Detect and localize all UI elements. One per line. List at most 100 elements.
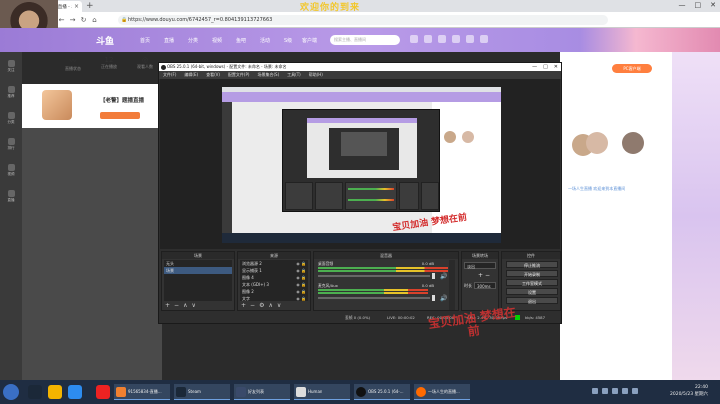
obs-minimize-button[interactable]: — bbox=[532, 63, 537, 71]
volume-slider[interactable] bbox=[318, 297, 430, 299]
volume-slider[interactable] bbox=[318, 275, 430, 277]
pc-download-button[interactable]: PC客户端 bbox=[612, 64, 652, 73]
down-icon[interactable]: ∨ bbox=[277, 302, 281, 309]
taskbar-app[interactable]: 好友列表 bbox=[234, 384, 290, 400]
network-icon[interactable] bbox=[622, 388, 628, 394]
menu-edit[interactable]: 编辑(E) bbox=[184, 72, 198, 78]
chrome-icon[interactable] bbox=[48, 385, 62, 399]
site-search-input[interactable]: 搜索主播、直播间 bbox=[330, 35, 400, 45]
volume-icon[interactable] bbox=[632, 388, 638, 394]
menu-tools[interactable]: 工具(T) bbox=[287, 72, 301, 78]
remove-icon[interactable]: − bbox=[174, 302, 179, 309]
new-tab-button[interactable]: + bbox=[86, 1, 94, 11]
user-avatar-icon[interactable] bbox=[480, 35, 488, 43]
download-icon[interactable] bbox=[452, 35, 460, 43]
gear-icon[interactable]: ⚙ bbox=[259, 302, 264, 309]
obs-preview-canvas[interactable]: 宝贝加油 梦想在前 bbox=[222, 87, 501, 243]
menu-view[interactable]: 查看(V) bbox=[206, 72, 220, 78]
duration-input[interactable]: 300ms bbox=[474, 282, 496, 289]
tab-close-icon[interactable]: × bbox=[74, 3, 79, 10]
welcome-link[interactable]: 一场人生直播 欢迎来到本直播间 bbox=[568, 186, 625, 192]
exit-button[interactable]: 退出 bbox=[506, 297, 558, 304]
sidebar-item-video[interactable]: 视频 bbox=[0, 164, 22, 177]
douyu-logo[interactable]: 斗鱼 bbox=[96, 34, 114, 47]
nav-client[interactable]: 客户端 bbox=[302, 37, 317, 44]
eye-lock-icon[interactable]: ◉ 🔒 bbox=[296, 295, 306, 302]
message-icon[interactable] bbox=[438, 35, 446, 43]
menu-profile[interactable]: 配置文件(P) bbox=[228, 72, 250, 78]
volume-slider-handle[interactable] bbox=[432, 295, 435, 301]
menu-help[interactable]: 帮助(H) bbox=[309, 72, 323, 78]
windows-start-icon[interactable] bbox=[3, 384, 19, 400]
scene-item[interactable]: 无头 bbox=[164, 260, 232, 267]
rank-avatar[interactable] bbox=[586, 132, 608, 154]
source-item[interactable]: 图像 2 ◉ 🔒 bbox=[240, 288, 308, 295]
close-button[interactable]: ✕ bbox=[710, 1, 716, 9]
eye-lock-icon[interactable]: ◉ 🔒 bbox=[296, 260, 306, 267]
up-icon[interactable]: ∧ bbox=[268, 302, 272, 309]
follow-icon[interactable] bbox=[424, 35, 432, 43]
nav-video[interactable]: 视频 bbox=[212, 37, 222, 44]
forward-icon[interactable]: → bbox=[67, 16, 78, 24]
down-icon[interactable]: ∨ bbox=[191, 302, 195, 309]
menu-scene-collection[interactable]: 场景集合(S) bbox=[257, 72, 279, 78]
eye-lock-icon[interactable]: ◉ 🔒 bbox=[296, 288, 306, 295]
home-icon[interactable]: ⌂ bbox=[89, 16, 100, 24]
remove-icon[interactable]: − bbox=[485, 272, 490, 279]
minimize-button[interactable]: — bbox=[679, 1, 686, 9]
stop-streaming-button[interactable]: 停止推流 bbox=[506, 261, 558, 268]
source-item[interactable]: 文本 (GDI+) 3 ◉ 🔒 bbox=[240, 281, 308, 288]
sidebar-item-category[interactable]: 分类 bbox=[0, 112, 22, 125]
taskbar-app[interactable]: OBS 25.0.1 (64-... bbox=[354, 384, 410, 400]
source-item[interactable]: 浏览器源 2 ◉ 🔒 bbox=[240, 260, 308, 267]
task-icon[interactable] bbox=[466, 35, 474, 43]
volume-slider-handle[interactable] bbox=[432, 273, 435, 279]
taskbar-app[interactable]: 一场人生的直播... bbox=[414, 384, 470, 400]
taskbar-app[interactable]: Steam bbox=[174, 384, 230, 400]
tray-icon[interactable] bbox=[612, 388, 618, 394]
up-icon[interactable]: ∧ bbox=[183, 302, 187, 309]
add-icon[interactable]: + bbox=[241, 302, 246, 309]
eye-lock-icon[interactable]: ◉ 🔒 bbox=[296, 281, 306, 288]
source-item[interactable]: 文字 ◉ 🔒 bbox=[240, 295, 308, 302]
remove-icon[interactable]: − bbox=[250, 302, 255, 309]
sidebar-item-rank[interactable]: 排行 bbox=[0, 138, 22, 151]
sidebar-item-live[interactable]: 直播 bbox=[0, 190, 22, 203]
menu-file[interactable]: 文件(F) bbox=[163, 72, 176, 78]
nav-home[interactable]: 首页 bbox=[140, 37, 150, 44]
reload-icon[interactable]: ↻ bbox=[78, 16, 89, 24]
studio-mode-button[interactable]: 工作室模式 bbox=[506, 279, 558, 286]
url-input[interactable]: 🔒 https://www.douyu.com/6742457_r=0.8041… bbox=[118, 15, 608, 25]
speaker-icon[interactable]: 🔊 bbox=[440, 295, 447, 302]
tray-icon[interactable] bbox=[592, 388, 598, 394]
mixer-scrollbar[interactable] bbox=[449, 260, 455, 310]
nav-live[interactable]: 直播 bbox=[164, 37, 174, 44]
nav-fishbar[interactable]: 鱼吧 bbox=[236, 37, 246, 44]
obs-maximize-button[interactable]: □ bbox=[543, 63, 548, 71]
source-item[interactable]: 图像 4 ◉ 🔒 bbox=[240, 274, 308, 281]
nav-activity[interactable]: 活动 bbox=[260, 37, 270, 44]
eye-lock-icon[interactable]: ◉ 🔒 bbox=[296, 274, 306, 281]
nav-s-class[interactable]: S级 bbox=[284, 37, 292, 44]
netease-music-icon[interactable] bbox=[96, 385, 110, 399]
speaker-icon[interactable]: 🔊 bbox=[440, 273, 447, 280]
nav-category[interactable]: 分类 bbox=[188, 37, 198, 44]
rank-avatar[interactable] bbox=[622, 132, 644, 154]
eye-lock-icon[interactable]: ◉ 🔒 bbox=[296, 267, 306, 274]
scene-item[interactable]: 场景 bbox=[164, 267, 232, 274]
sidebar-item-follow[interactable]: 关注 bbox=[0, 60, 22, 73]
settings-button[interactable]: 设置 bbox=[506, 288, 558, 295]
start-recording-button[interactable]: 开始录制 bbox=[506, 270, 558, 277]
taskbar-app[interactable]: Human bbox=[294, 384, 350, 400]
transition-select[interactable]: 淡出 bbox=[464, 262, 496, 269]
obs-close-button[interactable]: ✕ bbox=[554, 63, 558, 71]
add-icon[interactable]: + bbox=[165, 302, 170, 309]
tray-icon[interactable] bbox=[602, 388, 608, 394]
sidebar-item-recommend[interactable]: 推荐 bbox=[0, 86, 22, 99]
source-item[interactable]: 显示捕获 1 ◉ 🔒 bbox=[240, 267, 308, 274]
add-icon[interactable]: + bbox=[478, 272, 483, 279]
game-icon[interactable] bbox=[68, 385, 82, 399]
streamer-avatar[interactable] bbox=[42, 90, 72, 120]
steam-icon[interactable] bbox=[28, 385, 42, 399]
taskbar-app[interactable]: 91565834-直播... bbox=[114, 384, 170, 400]
